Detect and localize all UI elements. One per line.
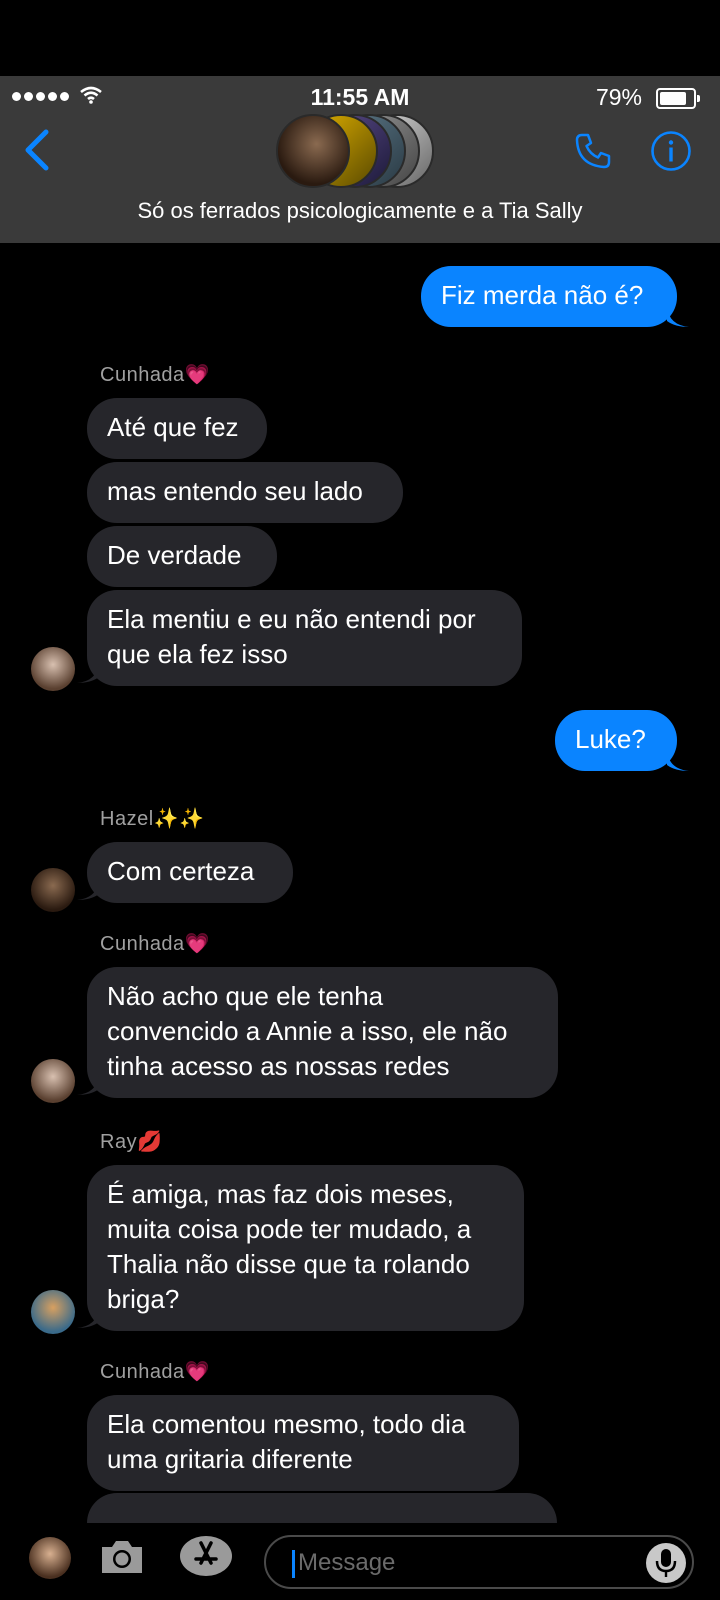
incoming-message[interactable] [87,1493,557,1523]
sender-avatar[interactable] [31,1290,75,1334]
message-text: Não acho que ele tenha [107,981,384,1011]
message-text: mas entendo seu lado [107,476,363,506]
sender-avatar[interactable] [31,1059,75,1103]
message-text: É amiga, mas faz dois meses, [107,1179,454,1209]
memoji-avatar[interactable] [29,1537,71,1579]
input-bar: Message [0,1523,720,1600]
sender-avatar[interactable] [31,868,75,912]
incoming-message[interactable]: Com certeza [87,842,293,903]
message-text: que ela fez isso [107,639,288,669]
message-list[interactable]: Fiz merda não é? Cunhada💗 Até que fez ma… [0,243,720,1523]
bubble-tail [77,1308,99,1328]
message-text: Luke? [575,724,646,754]
outgoing-message[interactable]: Luke? [555,710,677,771]
sender-name: Cunhada💗 [100,933,211,955]
sender-name: Cunhada💗 [100,1361,211,1383]
message-text: tinha acesso as nossas redes [107,1051,450,1081]
camera-icon[interactable] [98,1537,146,1577]
incoming-message[interactable]: Não acho que ele tenha convencido a Anni… [87,967,558,1098]
sender-name: Cunhada💗 [100,364,211,386]
incoming-message[interactable]: Ela comentou mesmo, todo dia uma gritari… [87,1395,519,1491]
message-text: Thalia não disse que ta rolando [107,1249,470,1279]
message-text: uma gritaria diferente [107,1444,353,1474]
battery-percentage: 79% [595,84,642,110]
group-name[interactable]: Só os ferrados psicologicamente e a Tia … [0,198,720,224]
microphone-icon [655,1549,677,1577]
incoming-message[interactable]: Ela mentiu e eu não entendi por que ela … [87,590,522,686]
message-text: Até que fez [107,412,239,442]
battery-icon [656,88,700,109]
bubble-tail [77,663,99,683]
sender-name: Hazel✨✨ [100,808,205,830]
group-avatar [276,114,350,188]
conversation-header: 11:55 AM 79% Só os ferrados psicologicam… [0,76,720,243]
group-avatars[interactable] [276,110,440,188]
top-black-bar [0,0,720,76]
message-text: muita coisa pode ter mudado, a [107,1214,472,1244]
message-input[interactable]: Message [264,1535,694,1589]
incoming-message[interactable]: De verdade [87,526,277,587]
bubble-tail [667,751,689,771]
incoming-message[interactable]: Até que fez [87,398,267,459]
message-text: Com certeza [107,856,255,886]
message-text: De verdade [107,540,242,570]
incoming-message[interactable]: mas entendo seu lado [87,462,403,523]
sender-name: Ray💋 [100,1131,163,1153]
message-text: convencido a Annie a isso, ele não [107,1016,508,1046]
text-cursor [292,1550,295,1578]
message-placeholder: Message [298,1549,396,1576]
info-icon[interactable] [650,130,692,172]
message-text: Ela comentou mesmo, todo dia [107,1409,466,1439]
message-text: Ela mentiu e eu não entendi por [107,604,476,634]
message-text: briga? [107,1284,180,1314]
sender-avatar[interactable] [31,647,75,691]
bubble-tail [667,307,689,327]
incoming-message[interactable]: É amiga, mas faz dois meses, muita coisa… [87,1165,524,1331]
phone-icon[interactable] [574,132,612,170]
app-store-icon[interactable] [178,1533,234,1579]
microphone-button[interactable] [646,1543,686,1583]
bubble-tail [77,880,99,900]
message-text: Fiz merda não é? [441,280,644,310]
bubble-tail [77,1075,99,1095]
outgoing-message[interactable]: Fiz merda não é? [421,266,677,327]
back-chevron-icon[interactable] [22,128,52,172]
